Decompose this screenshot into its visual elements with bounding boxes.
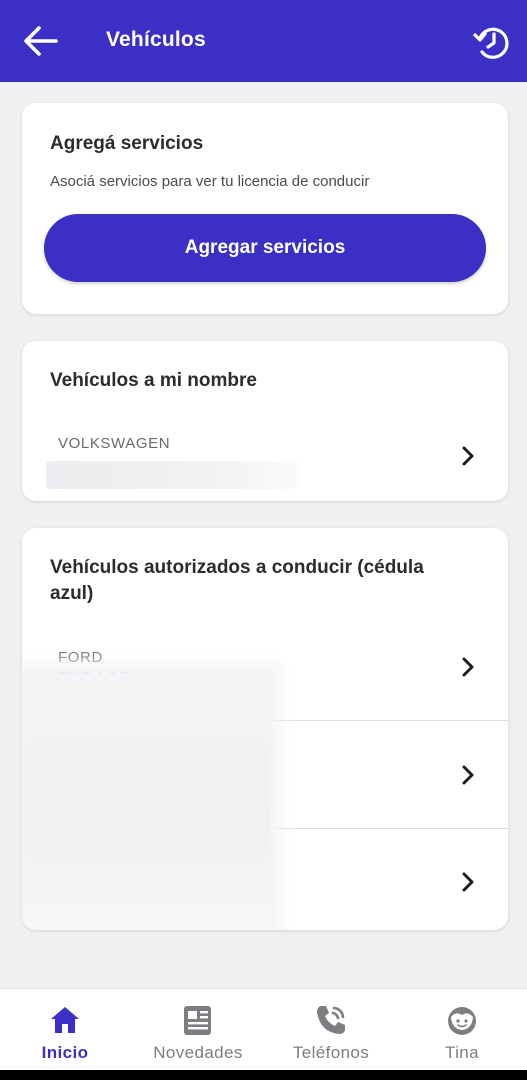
vehicle-brand: FORD — [58, 649, 103, 666]
nav-label: Novedades — [153, 1043, 243, 1062]
nav-label: Inicio — [41, 1043, 89, 1062]
add-services-card: Agregá servicios Asociá servicios para v… — [22, 103, 508, 314]
nav-item-telefonos[interactable]: Teléfonos — [266, 989, 396, 1071]
vehicle-row[interactable]: VOLKSWAGEN — [22, 405, 508, 501]
nav-label: Tina — [444, 1043, 480, 1062]
arrow-left-icon[interactable] — [22, 24, 60, 58]
add-services-button[interactable]: Agregar servicios — [44, 214, 486, 282]
nav-item-novedades[interactable]: Novedades — [133, 989, 263, 1071]
nav-item-inicio[interactable]: Inicio — [0, 989, 130, 1071]
bottom-navigation: Inicio Novedades Teléfonos Tina — [0, 988, 527, 1071]
chevron-right-icon — [462, 657, 474, 677]
newspaper-icon — [184, 1006, 211, 1035]
history-icon[interactable] — [472, 22, 512, 62]
page-title: Vehículos — [106, 28, 206, 51]
phone-icon — [317, 1006, 345, 1034]
add-services-description: Asociá servicios para ver tu licencia de… — [50, 173, 370, 190]
chevron-right-icon — [462, 446, 474, 466]
owned-vehicles-title: Vehículos a mi nombre — [50, 370, 257, 391]
chevron-right-icon — [462, 765, 474, 785]
nav-item-tina[interactable]: Tina — [397, 989, 527, 1071]
authorized-vehicles-card: Vehículos autorizados a conducir (cédula… — [22, 528, 508, 930]
chevron-right-icon — [462, 872, 474, 892]
tina-face-icon — [448, 1007, 476, 1035]
system-navigation-bar — [0, 1070, 527, 1080]
vehicle-brand: VOLKSWAGEN — [58, 435, 171, 452]
redacted-plate — [46, 461, 300, 489]
authorized-vehicles-title: Vehículos autorizados a conducir (cédula… — [50, 557, 424, 604]
nav-label: Teléfonos — [292, 1043, 370, 1062]
app-bar: Vehículos — [0, 0, 527, 82]
home-icon — [51, 1007, 79, 1033]
owned-vehicles-card: Vehículos a mi nombre VOLKSWAGEN — [22, 341, 508, 501]
add-services-title: Agregá servicios — [50, 133, 204, 154]
redacted-area — [25, 674, 270, 930]
